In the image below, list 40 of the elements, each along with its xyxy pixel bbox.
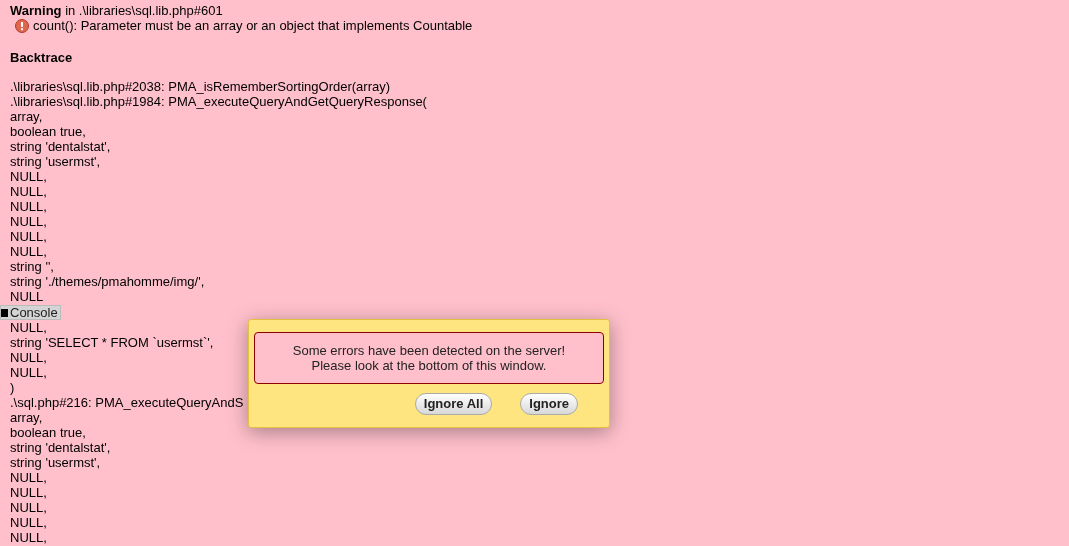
error-message: Please look at the bottom of this window. (311, 358, 547, 373)
backtrace-line: string './themes/pmahomme/img/', (10, 274, 205, 289)
ignore-button[interactable]: Ignore (520, 393, 578, 415)
backtrace-line: NULL, (10, 365, 47, 380)
backtrace-line: string 'dentalstat', (10, 440, 111, 455)
warning-title: Warning (10, 3, 62, 18)
backtrace-line: NULL, (10, 229, 47, 244)
error-icon (15, 18, 29, 33)
backtrace-line: .\libraries\sql.lib.php#1984: PMA_executeQueryAndGetQueryResponse( (10, 94, 427, 109)
warning-location: in .\libraries\sql.lib.php#601 (65, 3, 223, 18)
backtrace-line: NULL, (10, 350, 47, 365)
backtrace-line: NULL, (10, 500, 47, 515)
backtrace-line: ) (10, 380, 15, 395)
backtrace-line: NULL, (10, 184, 47, 199)
backtrace-line: NULL, (10, 214, 47, 229)
backtrace-heading: Backtrace (10, 50, 74, 65)
backtrace-line: NULL, (10, 530, 47, 545)
backtrace-line: boolean true, (10, 124, 86, 139)
backtrace-line: boolean true, (10, 425, 86, 440)
backtrace-line: array, (10, 410, 43, 425)
backtrace-line: NULL (10, 289, 44, 304)
backtrace-line: NULL, (10, 244, 47, 259)
backtrace-line: NULL, (10, 485, 47, 500)
backtrace-line: NULL, (10, 470, 47, 485)
backtrace-line: array, (10, 109, 43, 124)
backtrace-line: string 'dentalstat', (10, 139, 111, 154)
backtrace-line: NULL, (10, 515, 47, 530)
backtrace-line: string '', (10, 259, 54, 274)
console-tab[interactable]: Console (0, 305, 61, 320)
backtrace-line: string 'usermst', (10, 455, 101, 470)
backtrace-line: NULL, (10, 169, 47, 184)
backtrace-line: .\sql.php#216: PMA_executeQueryAndS (10, 395, 244, 410)
backtrace-line: NULL, (10, 199, 47, 214)
backtrace-line: NULL, (10, 320, 47, 335)
backtrace-line: .\libraries\sql.lib.php#2038: PMA_isRememberSortingOrder(array) (10, 79, 391, 94)
error-message: Some errors have been detected on the server! (292, 343, 566, 358)
warning-message: count(): Parameter must be an array or an object that implements Countable (33, 18, 473, 33)
backtrace-line: string 'SELECT * FROM `usermst`', (10, 335, 214, 350)
ignore-button[interactable]: Ignore All (414, 393, 493, 415)
backtrace-line: string 'usermst', (10, 154, 101, 169)
